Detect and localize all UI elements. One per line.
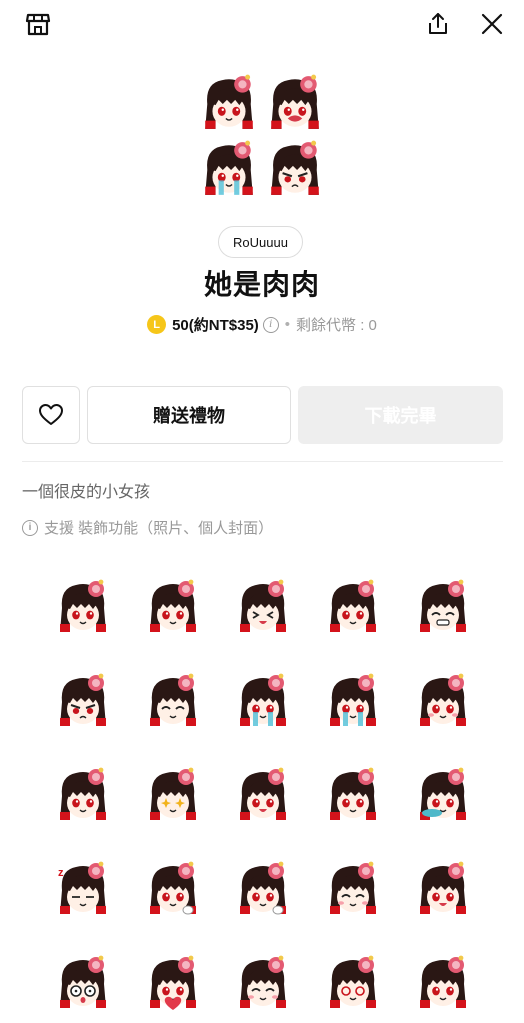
sticker-item[interactable] [128, 560, 218, 654]
sticker-item[interactable] [398, 560, 488, 654]
sticker-item[interactable] [308, 560, 398, 654]
sticker-item[interactable] [398, 654, 488, 748]
sticker-item[interactable] [128, 748, 218, 842]
favorite-button[interactable] [22, 386, 80, 444]
package-description: 一個很皮的小女孩 [22, 484, 151, 501]
sticker-item[interactable]: z [38, 842, 128, 936]
info-icon: i [22, 519, 38, 536]
sticker-item[interactable] [38, 560, 128, 654]
preview-sticker [198, 138, 260, 200]
remaining-coins: 剩餘代幣 : 0 [296, 317, 377, 334]
sticker-item[interactable] [308, 936, 398, 1023]
sticker-item[interactable] [128, 654, 218, 748]
share-icon[interactable] [422, 8, 454, 40]
shop-icon[interactable] [22, 8, 54, 40]
sticker-item[interactable] [218, 654, 308, 748]
sticker-item[interactable] [398, 748, 488, 842]
preview-sticker [264, 138, 326, 200]
preview-sticker [264, 72, 326, 134]
sticker-item[interactable] [218, 936, 308, 1023]
download-button[interactable]: 下載完畢 [298, 386, 503, 444]
sticker-item[interactable] [38, 654, 128, 748]
separator-dot: • [284, 316, 291, 333]
top-bar [0, 0, 524, 50]
sticker-item[interactable] [398, 842, 488, 936]
sticker-item[interactable] [38, 748, 128, 842]
sticker-item[interactable] [308, 842, 398, 936]
svg-text:z: z [58, 867, 64, 879]
sticker-item[interactable] [398, 936, 488, 1023]
price-label: 50(約NT$35) [172, 317, 259, 334]
sticker-item[interactable] [218, 842, 308, 936]
sticker-item[interactable] [218, 560, 308, 654]
package-title: 她是肉肉 [203, 269, 320, 300]
info-icon[interactable]: i [262, 316, 279, 333]
gift-button[interactable]: 贈送禮物 [87, 386, 291, 444]
coin-icon: L [147, 315, 167, 334]
sticker-item[interactable] [38, 936, 128, 1023]
sticker-item[interactable] [308, 748, 398, 842]
sticker-item[interactable] [308, 654, 398, 748]
sticker-grid: z [38, 560, 488, 1023]
support-text: 支援 裝飾功能（照片、個人封面） [44, 520, 274, 537]
sticker-item[interactable] [218, 748, 308, 842]
price-row: L 50(約NT$35) i • 剩餘代幣 : 0 [0, 314, 524, 335]
support-info: i 支援 裝飾功能（照片、個人封面） [22, 517, 273, 538]
close-icon[interactable] [476, 8, 508, 40]
sticker-preview [198, 72, 326, 200]
divider [22, 461, 503, 462]
sticker-item[interactable] [128, 936, 218, 1023]
sticker-item[interactable] [128, 842, 218, 936]
preview-sticker [198, 72, 260, 134]
author-chip[interactable]: RoUuuuu [218, 226, 303, 258]
heart-icon [39, 404, 63, 425]
